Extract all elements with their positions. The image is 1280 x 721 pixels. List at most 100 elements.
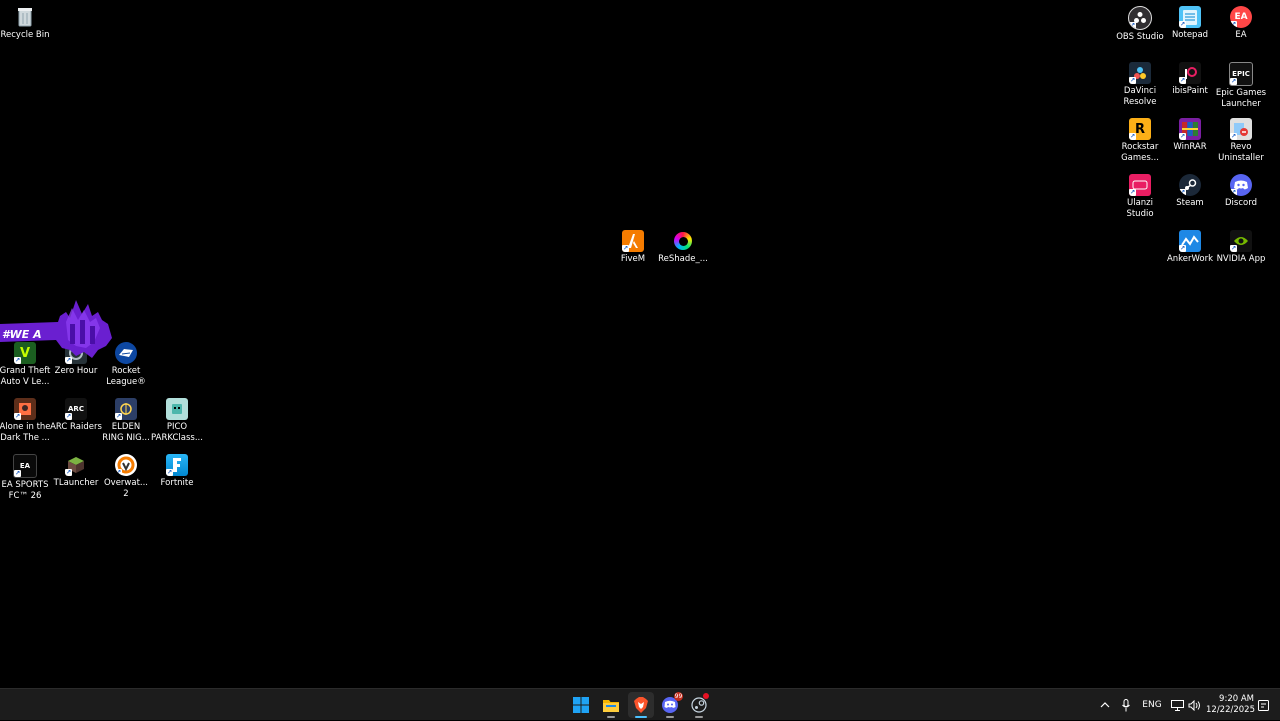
alone-in-the-dark-icon: ↗ — [14, 398, 36, 420]
tlauncher-icon: ↗ — [65, 454, 87, 476]
shortcut-arrow-icon: ↗ — [1129, 133, 1136, 140]
shortcut-arrow-icon: ↗ — [1230, 189, 1237, 196]
ankerwork-icon: ↗ — [1179, 230, 1201, 252]
steam-shortcut[interactable]: ↗ Steam — [1165, 170, 1215, 224]
notepad-shortcut[interactable]: ↗ Notepad — [1165, 2, 1215, 56]
icon-label: TLauncher — [53, 478, 99, 488]
overwatch-icon: ↗ — [115, 454, 137, 476]
elden-ring-icon: ↗ — [115, 398, 137, 420]
steam-icon: ↗ — [1179, 174, 1201, 196]
epic-glyph-text: EPIC — [1232, 70, 1250, 78]
network-button[interactable] — [1168, 689, 1186, 721]
revo-uninstaller-shortcut[interactable]: ↗ Revo Uninstaller — [1216, 114, 1266, 168]
shortcut-arrow-icon: ↗ — [622, 245, 629, 252]
icon-label: ReShade_... — [658, 254, 708, 264]
brave-lion-icon — [634, 697, 648, 713]
ea-sports-fc-26-shortcut[interactable]: EA ↗ EA SPORTS FC™ 26 — [0, 450, 50, 504]
reshade-shortcut[interactable]: ReShade_... — [658, 226, 708, 280]
taskbar-discord[interactable]: 99 — [657, 692, 683, 718]
obs-icon: ↗ — [1128, 6, 1152, 30]
ulanzi-studio-shortcut[interactable]: ↗ Ulanzi Studio — [1115, 170, 1165, 224]
icon-label: AnkerWork — [1166, 254, 1214, 264]
nvidia-app-shortcut[interactable]: ↗ NVIDIA App — [1216, 226, 1266, 280]
icon-label: ELDEN RING NIG... — [102, 422, 150, 443]
elden-ring-nightreign-shortcut[interactable]: ↗ ELDEN RING NIG... — [101, 394, 151, 448]
arc-raiders-shortcut[interactable]: ARC ↗ ARC Raiders — [50, 394, 102, 448]
pico-park-icon — [166, 398, 188, 420]
microphone-icon — [1122, 698, 1130, 711]
icon-label: Fortnite — [160, 478, 194, 488]
input-language-button[interactable]: ENG — [1138, 689, 1166, 721]
winrar-shortcut[interactable]: ↗ WinRAR — [1165, 114, 1215, 168]
overwatch-2-shortcut[interactable]: ↗ Overwat... 2 — [101, 450, 151, 504]
icon-label: Notepad — [1171, 30, 1209, 40]
epic-games-launcher-shortcut[interactable]: EPIC ↗ Epic Games Launcher — [1216, 58, 1266, 112]
shortcut-arrow-icon: ↗ — [1129, 22, 1136, 29]
icon-label: Ulanzi Studio — [1126, 198, 1154, 219]
shortcut-arrow-icon: ↗ — [1179, 77, 1186, 84]
shortcut-arrow-icon: ↗ — [14, 413, 21, 420]
icon-label: EA — [1235, 30, 1247, 40]
shortcut-arrow-icon: ↗ — [1179, 189, 1186, 196]
arc-raiders-icon: ARC ↗ — [65, 398, 87, 420]
ea-sports-fc-icon: EA ↗ — [13, 454, 37, 478]
taskbar-steam[interactable] — [686, 692, 712, 718]
microphone-button[interactable] — [1117, 689, 1135, 721]
reshade-icon — [672, 230, 694, 252]
icon-label: Revo Uninstaller — [1218, 142, 1264, 163]
shortcut-arrow-icon: ↗ — [115, 469, 122, 476]
notification-dot — [703, 693, 709, 699]
recycle-bin-shortcut[interactable]: Recycle Bin — [0, 2, 50, 56]
fortnite-shortcut[interactable]: ↗ Fortnite — [152, 450, 202, 504]
show-hidden-icons-button[interactable] — [1096, 689, 1114, 721]
notification-badge: 99 — [674, 692, 683, 701]
ethernet-icon — [1170, 699, 1184, 711]
shortcut-arrow-icon: ↗ — [1179, 245, 1186, 252]
clock-time: 9:20 AM — [1219, 694, 1254, 704]
ankerwork-shortcut[interactable]: ↗ AnkerWork — [1165, 226, 1215, 280]
shortcut-arrow-icon: ↗ — [65, 469, 72, 476]
shortcut-arrow-icon: ↗ — [1129, 189, 1136, 196]
davinci-resolve-icon: ↗ — [1129, 62, 1151, 84]
ea-sports-glyph-text: EA — [19, 462, 31, 470]
notification-center-button[interactable] — [1256, 689, 1270, 721]
shortcut-arrow-icon: ↗ — [1129, 77, 1136, 84]
running-indicator — [666, 716, 674, 718]
taskbar-brave-browser[interactable] — [628, 692, 654, 718]
alone-in-the-dark-shortcut[interactable]: ↗ Alone in the Dark The ... — [0, 394, 51, 448]
revo-uninstaller-icon: ↗ — [1230, 118, 1252, 140]
icon-label: Recycle Bin — [0, 30, 50, 40]
icon-label: PICO PARKClass... — [151, 422, 203, 443]
start-button[interactable] — [568, 692, 594, 718]
rockstar-games-shortcut[interactable]: R ↗ Rockstar Games... — [1115, 114, 1165, 168]
icon-label: FiveM — [620, 254, 646, 264]
rockstar-games-icon: R ↗ — [1129, 118, 1151, 140]
icon-label: Discord — [1225, 198, 1257, 208]
rocket-league-icon — [115, 342, 137, 364]
fortnite-icon: ↗ — [166, 454, 188, 476]
discord-shortcut[interactable]: ↗ Discord — [1216, 170, 1266, 224]
volume-button[interactable] — [1185, 689, 1203, 721]
icon-label: Epic Games Launcher — [1215, 88, 1267, 109]
tlauncher-shortcut[interactable]: ↗ TLauncher — [51, 450, 101, 504]
obs-studio-shortcut[interactable]: ↗ OBS Studio — [1115, 2, 1165, 56]
clock-date: 12/22/2025 — [1206, 705, 1255, 715]
nvidia-icon: ↗ — [1230, 230, 1252, 252]
ea-shortcut[interactable]: EA ↗ EA — [1216, 2, 1266, 56]
icon-label: ARC Raiders — [50, 422, 102, 432]
icon-label: Steam — [1176, 198, 1204, 208]
speaker-icon — [1188, 699, 1200, 711]
icon-label: Rockstar Games... — [1121, 142, 1159, 163]
icon-label: Grand Theft Auto V Le... — [0, 366, 51, 387]
banner-text: #WE A — [2, 328, 42, 341]
pico-park-classic-shortcut[interactable]: PICO PARKClass... — [151, 394, 203, 448]
taskbar-file-explorer[interactable] — [598, 692, 624, 718]
davinci-resolve-shortcut[interactable]: ↗ DaVinci Resolve — [1115, 58, 1165, 112]
clock[interactable]: 9:20 AM 12/22/2025 — [1206, 694, 1255, 716]
notification-bell-icon — [1257, 699, 1269, 711]
desktop: Recycle Bin ↗ OBS Studio ↗ Notepad EA ↗ … — [0, 0, 1280, 688]
running-indicator — [635, 716, 647, 718]
chevron-up-icon — [1100, 702, 1110, 708]
ibispaint-shortcut[interactable]: ↗ ibisPaint — [1165, 58, 1215, 112]
fivem-shortcut[interactable]: ↗ FiveM — [608, 226, 658, 280]
